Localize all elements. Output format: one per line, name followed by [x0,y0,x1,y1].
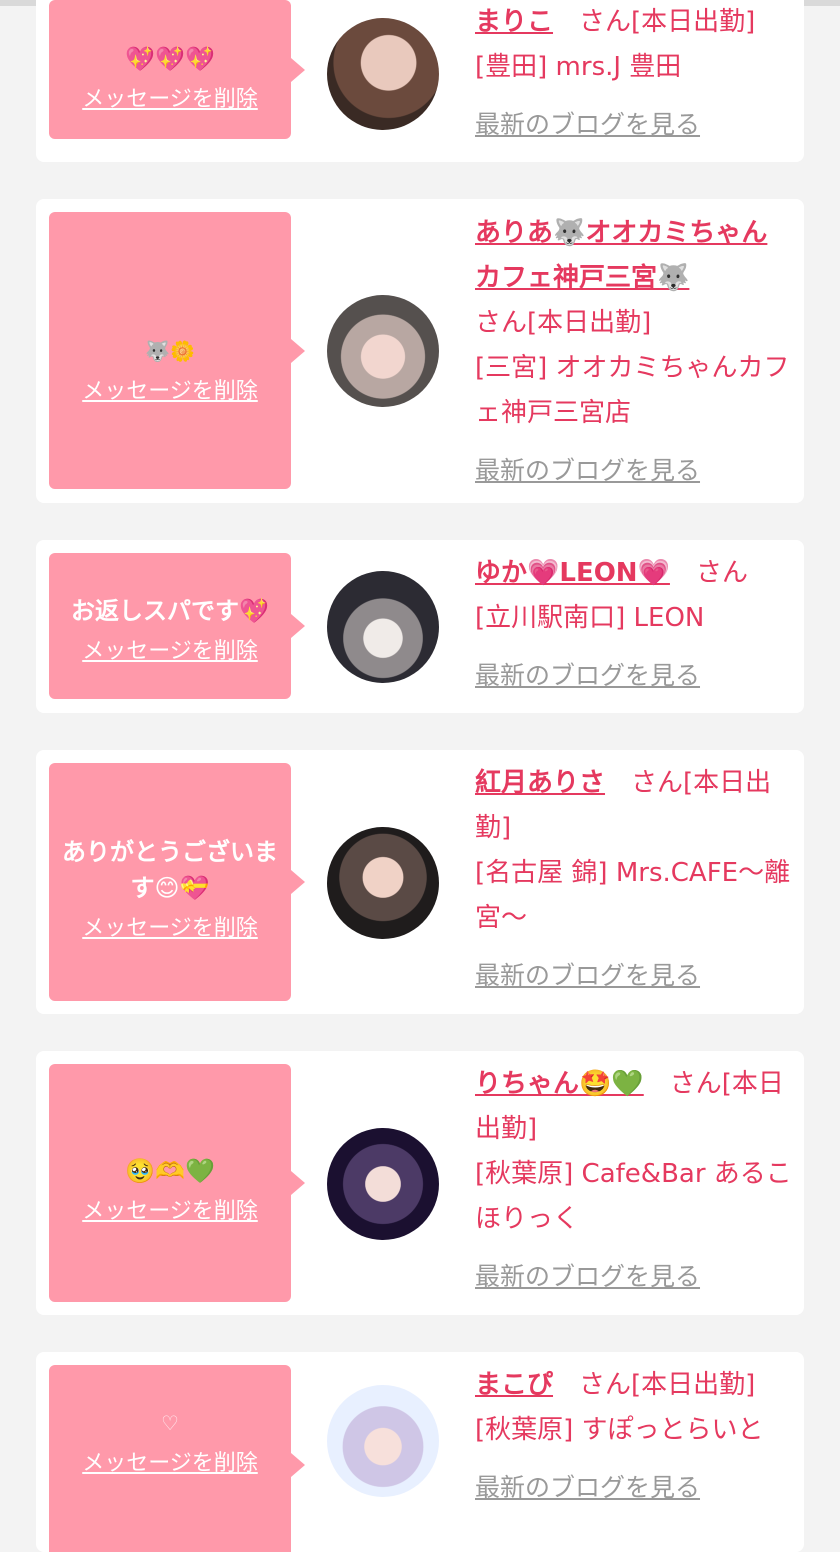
delete-message-link[interactable]: メッセージを削除 [82,373,258,405]
avatar[interactable] [327,1385,439,1497]
message-text: 🥹🫶💚 [125,1157,215,1185]
shop-info: [豊田] mrs.J 豊田 [475,52,682,82]
message-card: 🐺🌼 メッセージを削除 ありあ🐺オオカミちゃんカフェ神戸三宮🐺 さん[本日出勤]… [36,199,804,503]
delete-message-link[interactable]: メッセージを削除 [82,910,258,942]
message-card: 💖💖💖 メッセージを削除 まりこ さん[本日出勤] [豊田] mrs.J 豊田 … [36,0,804,162]
latest-blog-link[interactable]: 最新のブログを見る [475,448,793,493]
cast-info: まりこ さん[本日出勤] [豊田] mrs.J 豊田 最新のブログを見る [475,0,793,147]
shop-info: [秋葉原] Cafe&Bar あるこほりっく [475,1159,792,1234]
delete-message-link[interactable]: メッセージを削除 [82,633,258,665]
cast-info: 紅月ありさ さん[本日出勤] [名古屋 錦] Mrs.CAFE〜離宮〜 最新のブ… [475,761,793,998]
avatar[interactable] [327,827,439,939]
avatar[interactable] [327,18,439,130]
cast-status: さん [695,558,748,588]
message-text: 💖💖💖 [125,44,215,73]
message-card: 🥹🫶💚 メッセージを削除 りちゃん🤩💚 さん[本日出勤] [秋葉原] Cafe&… [36,1051,804,1315]
message-text: 🐺🌼 [145,338,195,363]
avatar[interactable] [327,571,439,683]
cast-info: ゆか💗LEON💗 さん [立川駅南口] LEON 最新のブログを見る [475,551,793,698]
latest-blog-link[interactable]: 最新のブログを見る [475,102,793,147]
message-bubble: 🥹🫶💚 メッセージを削除 [49,1064,305,1302]
latest-blog-link[interactable]: 最新のブログを見る [475,1465,793,1510]
message-text: お返しスパです💖 [71,597,269,625]
message-bubble: 🐺🌼 メッセージを削除 [49,212,305,489]
delete-message-link[interactable]: メッセージを削除 [82,1193,258,1225]
cast-name-link[interactable]: ありあ🐺オオカミちゃんカフェ神戸三宮🐺 [475,218,767,293]
shop-info: [三宮] オオカミちゃんカフェ神戸三宮店 [475,353,790,428]
shop-info: [立川駅南口] LEON [475,603,705,633]
cast-name-link[interactable]: 紅月ありさ [475,768,605,798]
message-card: お返しスパです💖 メッセージを削除 ゆか💗LEON💗 さん [立川駅南口] LE… [36,540,804,713]
avatar[interactable] [327,295,439,407]
shop-info: [名古屋 錦] Mrs.CAFE〜離宮〜 [475,858,791,933]
cast-status: さん[本日出勤] [579,1370,756,1400]
cast-name-link[interactable]: まりこ [475,7,553,37]
latest-blog-link[interactable]: 最新のブログを見る [475,1254,793,1299]
message-bubble: お返しスパです💖 メッセージを削除 [49,553,305,699]
message-card: ♡ メッセージを削除 まこぴ さん[本日出勤] [秋葉原] すぽっとらいと 最新… [36,1352,804,1552]
cast-name-link[interactable]: りちゃん🤩💚 [475,1069,644,1099]
cast-status: さん[本日出勤] [579,7,756,37]
cast-info: ありあ🐺オオカミちゃんカフェ神戸三宮🐺 さん[本日出勤] [三宮] オオカミちゃ… [475,211,793,493]
delete-message-link[interactable]: メッセージを削除 [82,81,258,113]
message-bubble: ありがとうございます😊💝 メッセージを削除 [49,763,305,1001]
message-card: ありがとうございます😊💝 メッセージを削除 紅月ありさ さん[本日出勤] [名古… [36,750,804,1014]
cast-info: まこぴ さん[本日出勤] [秋葉原] すぽっとらいと 最新のブログを見る [475,1363,793,1510]
avatar[interactable] [327,1128,439,1240]
cast-name-link[interactable]: ゆか💗LEON💗 [475,558,670,588]
message-text: ありがとうございます😊💝 [62,838,278,902]
shop-info: [秋葉原] すぽっとらいと [475,1415,764,1445]
cast-status: さん[本日出勤] [475,308,652,338]
message-bubble: 💖💖💖 メッセージを削除 [49,0,305,139]
message-text: ♡ [161,1411,179,1435]
latest-blog-link[interactable]: 最新のブログを見る [475,953,793,998]
message-bubble: ♡ メッセージを削除 [49,1365,305,1552]
delete-message-link[interactable]: メッセージを削除 [82,1445,258,1477]
cast-info: りちゃん🤩💚 さん[本日出勤] [秋葉原] Cafe&Bar あるこほりっく 最… [475,1062,793,1299]
cast-name-link[interactable]: まこぴ [475,1370,553,1400]
latest-blog-link[interactable]: 最新のブログを見る [475,653,793,698]
